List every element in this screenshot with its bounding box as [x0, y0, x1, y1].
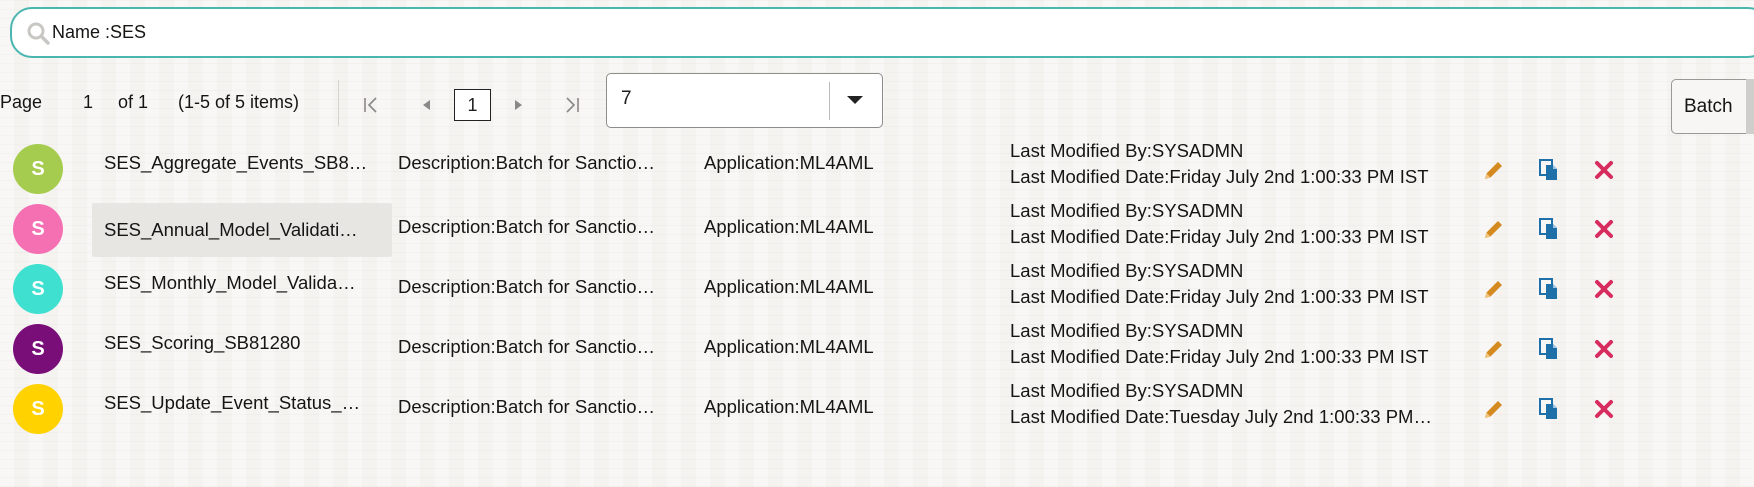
copy-icon[interactable] — [1535, 156, 1563, 184]
toolbar-divider — [338, 80, 339, 126]
batch-name[interactable]: SES_Monthly_Model_Valida… — [92, 268, 392, 322]
search-filter-text: Name :SES — [52, 22, 147, 42]
select-divider — [829, 82, 830, 120]
batch-description: Description:Batch for Sanctio… — [398, 152, 656, 173]
batch-application: Application:ML4AML — [704, 396, 874, 417]
page-count-label: of 1 — [118, 92, 149, 112]
list-item[interactable]: S SES_Update_Event_Status_… Description:… — [0, 376, 1754, 436]
batch-button[interactable]: Batch — [1671, 79, 1754, 134]
copy-icon[interactable] — [1535, 335, 1563, 363]
avatar: S — [13, 144, 63, 194]
list-item[interactable]: S SES_Scoring_SB81280 Description:Batch … — [0, 316, 1754, 376]
search-icon — [26, 21, 50, 45]
items-range-label: (1-5 of 5 items) — [178, 92, 300, 112]
next-page-icon[interactable] — [507, 94, 529, 116]
copy-icon[interactable] — [1535, 215, 1563, 243]
modified-info: Last Modified By:SYSADMN Last Modified D… — [1010, 258, 1462, 310]
delete-icon[interactable] — [1590, 215, 1618, 243]
batch-button-edge — [1746, 79, 1754, 134]
delete-icon[interactable] — [1590, 335, 1618, 363]
modified-info: Last Modified By:SYSADMN Last Modified D… — [1010, 378, 1462, 430]
avatar: S — [13, 324, 63, 374]
delete-icon[interactable] — [1590, 395, 1618, 423]
batch-description: Description:Batch for Sanctio… — [398, 396, 656, 417]
pencil-icon[interactable] — [1480, 156, 1508, 184]
chevron-down-icon[interactable] — [847, 96, 863, 104]
search-input[interactable]: Name :SES — [10, 7, 1754, 58]
previous-page-icon[interactable] — [416, 94, 438, 116]
modified-date: Last Modified Date:Friday July 2nd 1:00:… — [1010, 346, 1429, 367]
modified-by: Last Modified By:SYSADMN — [1010, 260, 1244, 281]
avatar: S — [13, 264, 63, 314]
current-page-box[interactable]: 1 — [454, 89, 491, 121]
avatar: S — [13, 204, 63, 254]
delete-icon[interactable] — [1590, 156, 1618, 184]
first-page-icon[interactable] — [360, 94, 382, 116]
copy-icon[interactable] — [1535, 395, 1563, 423]
modified-by: Last Modified By:SYSADMN — [1010, 200, 1244, 221]
pencil-icon[interactable] — [1480, 335, 1508, 363]
batch-description: Description:Batch for Sanctio… — [398, 336, 656, 357]
batch-description: Description:Batch for Sanctio… — [398, 276, 656, 297]
modified-date: Last Modified Date:Friday July 2nd 1:00:… — [1010, 226, 1429, 247]
modified-date: Last Modified Date:Tuesday July 2nd 1:00… — [1010, 406, 1432, 427]
batch-application: Application:ML4AML — [704, 336, 874, 357]
delete-icon[interactable] — [1590, 275, 1618, 303]
modified-date: Last Modified Date:Friday July 2nd 1:00:… — [1010, 286, 1429, 307]
batch-application: Application:ML4AML — [704, 276, 874, 297]
batch-name[interactable]: SES_Annual_Model_Validati… — [92, 203, 392, 257]
copy-icon[interactable] — [1535, 275, 1563, 303]
list-item[interactable]: S SES_Aggregate_Events_SB8… Description:… — [0, 136, 1754, 196]
batch-name[interactable]: SES_Update_Event_Status_… — [92, 388, 392, 442]
last-page-icon[interactable] — [561, 94, 583, 116]
list-item[interactable]: S SES_Monthly_Model_Valida… Description:… — [0, 256, 1754, 316]
page-label: Page — [0, 92, 43, 112]
modified-by: Last Modified By:SYSADMN — [1010, 320, 1244, 341]
batch-application: Application:ML4AML — [704, 152, 874, 173]
pencil-icon[interactable] — [1480, 215, 1508, 243]
page-size-value: 7 — [621, 88, 632, 109]
pencil-icon[interactable] — [1480, 275, 1508, 303]
modified-by: Last Modified By:SYSADMN — [1010, 380, 1244, 401]
modified-by: Last Modified By:SYSADMN — [1010, 140, 1244, 161]
pagination-toolbar: Page 1 of 1 (1-5 of 5 items) 1 7 — [0, 72, 1754, 128]
list-item[interactable]: S SES_Annual_Model_Validati… Description… — [0, 196, 1754, 257]
modified-info: Last Modified By:SYSADMN Last Modified D… — [1010, 318, 1462, 370]
pencil-icon[interactable] — [1480, 395, 1508, 423]
batch-application: Application:ML4AML — [704, 216, 874, 237]
modified-date: Last Modified Date:Friday July 2nd 1:00:… — [1010, 166, 1429, 187]
modified-info: Last Modified By:SYSADMN Last Modified D… — [1010, 198, 1462, 250]
current-page-number: 1 — [83, 92, 94, 112]
modified-info: Last Modified By:SYSADMN Last Modified D… — [1010, 138, 1462, 190]
batch-name[interactable]: SES_Aggregate_Events_SB8… — [92, 148, 392, 202]
batch-name[interactable]: SES_Scoring_SB81280 — [92, 328, 392, 382]
page-size-select[interactable]: 7 — [606, 73, 883, 128]
batch-description: Description:Batch for Sanctio… — [398, 216, 656, 237]
avatar: S — [13, 384, 63, 434]
